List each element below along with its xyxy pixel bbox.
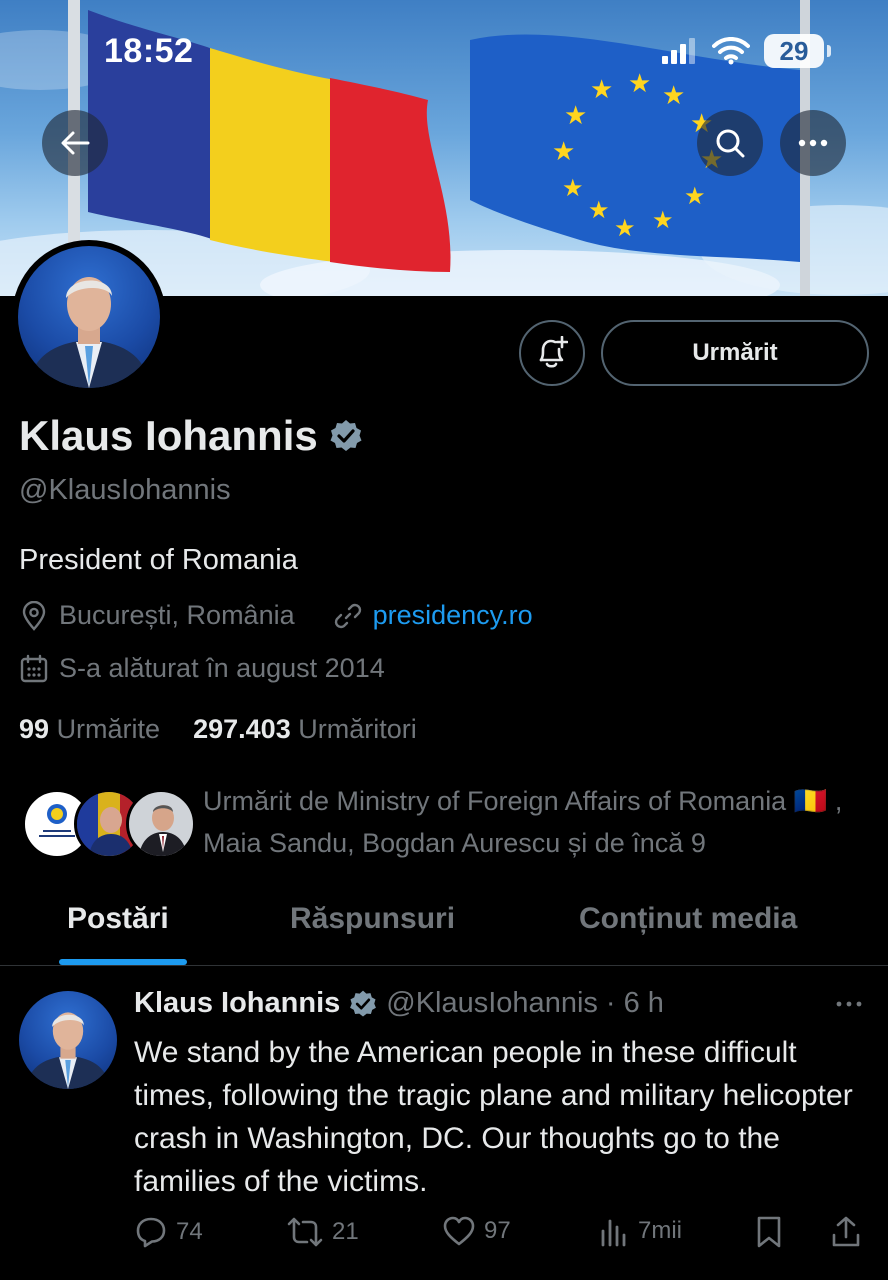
tab-media[interactable]: Conținut media: [579, 902, 797, 936]
bogdan-aurescu-avatar: [126, 789, 196, 859]
reply-icon: [136, 1217, 166, 1248]
post-time[interactable]: · 6 h: [606, 987, 664, 1020]
profile-tabs: Postări Răspunsuri Conținut media: [0, 880, 888, 966]
svg-text:★: ★: [614, 215, 636, 242]
repost-icon: [287, 1217, 323, 1247]
tab-active-indicator: [59, 959, 187, 965]
following-label: Urmărite: [56, 714, 161, 744]
bell-plus-icon: [539, 336, 568, 368]
following-link[interactable]: 99 Urmărite: [19, 714, 160, 744]
bookmark-icon: [757, 1216, 781, 1248]
svg-text:★: ★: [684, 183, 706, 210]
following-button[interactable]: Urmărit: [601, 320, 869, 386]
profile-joined-row: S-a alăturat în august 2014: [19, 653, 385, 684]
views-button[interactable]: 7mii: [598, 1215, 682, 1247]
reply-button[interactable]: 74: [134, 1215, 203, 1249]
post-actions: 74 21 97 7mii: [134, 1215, 874, 1255]
profile-handle: @KlausIohannis: [19, 474, 231, 506]
post-author-handle[interactable]: @KlausIohannis: [386, 987, 598, 1020]
followers-count: 297.403: [193, 714, 291, 744]
avatar-image: [18, 246, 160, 388]
profile-meta-row: București, România presidency.ro: [19, 600, 533, 631]
profile-name: Klaus Iohannis: [19, 412, 318, 459]
link-icon: [334, 603, 361, 628]
followed-by-text[interactable]: Urmărit de Ministry of Foreign Affairs o…: [203, 780, 873, 864]
tab-posts[interactable]: Postări: [67, 902, 169, 936]
profile-page: ★ ★ ★ ★ ★ ★ ★ ★ ★ ★ ★ ★ 18:52: [0, 0, 888, 1280]
like-count: 97: [484, 1217, 511, 1244]
notifications-button[interactable]: [519, 320, 585, 386]
profile-avatar[interactable]: [12, 240, 166, 394]
calendar-icon: [20, 654, 48, 682]
svg-text:★: ★: [588, 197, 610, 224]
like-icon: [443, 1216, 475, 1246]
svg-text:★: ★: [628, 68, 651, 98]
share-button[interactable]: [830, 1215, 862, 1249]
post-more-icon: [836, 1001, 862, 1007]
reply-count: 74: [176, 1218, 203, 1245]
svg-text:★: ★: [590, 74, 613, 104]
post-author-avatar[interactable]: [19, 991, 117, 1089]
svg-text:★: ★: [652, 207, 674, 234]
post-item[interactable]: Klaus Iohannis @KlausIohannis · 6 h We s…: [0, 967, 888, 1280]
post-header: Klaus Iohannis @KlausIohannis · 6 h: [134, 987, 664, 1020]
views-icon: [601, 1219, 626, 1247]
repost-count: 21: [332, 1218, 359, 1245]
post-more-button[interactable]: [834, 989, 868, 1019]
tab-replies[interactable]: Răspunsuri: [290, 902, 455, 936]
repost-button[interactable]: 21: [286, 1215, 359, 1249]
following-count: 99: [19, 714, 50, 744]
wifi-icon: [712, 37, 750, 65]
search-button[interactable]: [697, 110, 763, 176]
search-icon: [716, 129, 745, 158]
followers-label: Urmăritori: [298, 714, 417, 744]
views-count: 7mii: [638, 1217, 683, 1244]
signal-icon: [662, 38, 695, 64]
profile-name-row: Klaus Iohannis: [19, 412, 364, 460]
bookmark-button[interactable]: [754, 1215, 784, 1249]
post-text: We stand by the American people in these…: [134, 1036, 853, 1198]
status-time: 18:52: [104, 32, 194, 70]
verified-badge-icon[interactable]: [328, 418, 364, 454]
profile-joined: S-a alăturat în august 2014: [59, 653, 385, 683]
profile-website-link[interactable]: presidency.ro: [373, 600, 533, 631]
profile-counts: 99 Urmărite 297.403 Urmăritori: [19, 714, 417, 745]
back-arrow-icon: [61, 131, 90, 155]
svg-text:★: ★: [552, 136, 575, 166]
profile-bio: President of Romania: [19, 544, 298, 576]
location-icon: [22, 600, 46, 631]
followers-link[interactable]: 297.403 Urmăritori: [193, 714, 417, 744]
more-icon: [798, 139, 828, 147]
svg-text:★: ★: [564, 100, 587, 130]
battery-indicator: 29: [764, 34, 831, 68]
back-button[interactable]: [42, 110, 108, 176]
post-author-name[interactable]: Klaus Iohannis: [134, 987, 340, 1020]
post-verified-badge-icon: [350, 990, 377, 1016]
more-button[interactable]: [780, 110, 846, 176]
post-avatar-image: [19, 991, 117, 1089]
share-icon: [832, 1216, 860, 1247]
profile-location: București, România: [59, 600, 295, 630]
svg-text:★: ★: [662, 80, 685, 110]
svg-text:★: ★: [562, 175, 584, 202]
followed-by-avatars[interactable]: [22, 789, 196, 859]
like-button[interactable]: 97: [442, 1215, 511, 1247]
status-indicators: 29: [662, 34, 831, 68]
